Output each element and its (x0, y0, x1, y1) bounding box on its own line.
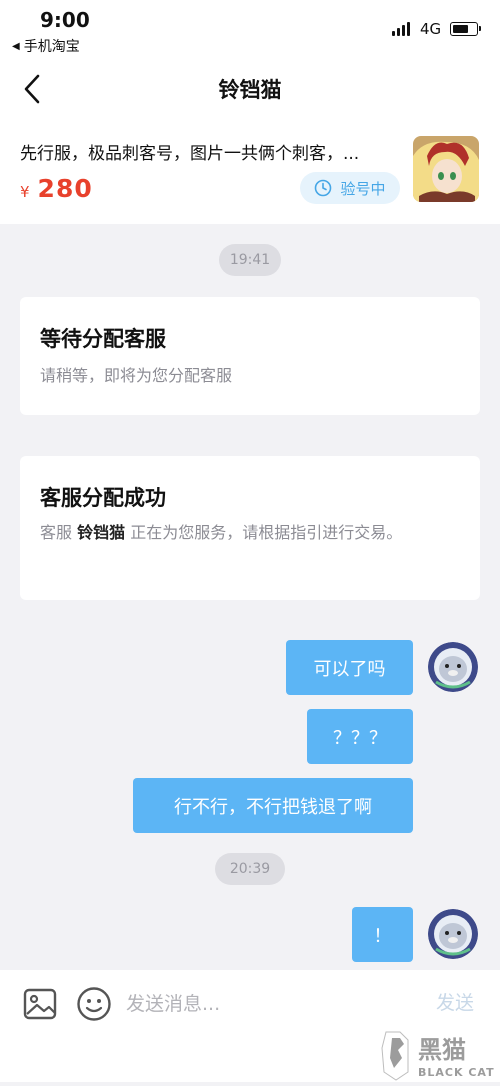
system-message-card: 等待分配客服 请稍等，即将为您分配客服 (20, 297, 480, 415)
back-to-app-link[interactable]: ◀ 手机淘宝 (12, 36, 80, 56)
image-picker-button[interactable] (22, 986, 58, 1022)
system-text-part: 正在为您服务，请根据指引进行交易。 (130, 523, 403, 542)
battery-level (453, 25, 468, 33)
product-price: ¥ 280 (20, 174, 93, 203)
message-input[interactable] (126, 988, 416, 1020)
chat-bubble-sent[interactable]: ？？？ (307, 709, 413, 764)
back-triangle-icon: ◀ (12, 40, 20, 52)
chat-bubble-sent[interactable]: ！ (352, 907, 413, 962)
clock-icon (315, 179, 332, 197)
watermark-cn: 黑猫 (418, 1036, 466, 1064)
emoji-button[interactable] (76, 986, 112, 1022)
verify-status-badge: 验号中 (300, 172, 400, 204)
back-app-label: 手机淘宝 (23, 39, 80, 55)
chat-bubble-sent[interactable]: 行不行，不行把钱退了啊 (133, 778, 413, 833)
network-label: 4G (420, 20, 442, 38)
system-message-card: 客服分配成功 客服 铃铛猫 正在为您服务，请根据指引进行交易。 (20, 456, 480, 600)
system-message-text: 客服 铃铛猫 正在为您服务，请根据指引进行交易。 (40, 520, 460, 546)
status-time: 9:00 (40, 8, 90, 32)
system-text-part: 客服 (40, 523, 73, 542)
user-avatar[interactable] (428, 642, 478, 692)
system-message-text: 请稍等，即将为您分配客服 (40, 366, 233, 385)
page-title: 铃铛猫 (218, 78, 282, 102)
send-button[interactable]: 发送 (436, 988, 474, 1015)
chat-bubble-sent[interactable]: 可以了吗 (286, 640, 413, 695)
system-message-title: 客服分配成功 (40, 486, 166, 510)
verify-status-label: 验号中 (340, 179, 386, 198)
product-description: 先行服，极品刺客号，图片一共俩个刺客，... (20, 144, 360, 164)
timestamp-pill: 20:39 (215, 853, 285, 885)
battery-icon (450, 22, 478, 36)
user-avatar[interactable] (428, 909, 478, 959)
image-icon (23, 988, 57, 1020)
emoji-icon (77, 987, 111, 1021)
timestamp-pill: 19:41 (219, 244, 281, 276)
price-value: 280 (37, 174, 93, 203)
currency-symbol: ¥ (20, 183, 30, 201)
signal-icon (392, 22, 410, 36)
watermark-en: BLACK CAT (418, 1066, 495, 1079)
battery-tip (479, 26, 481, 31)
system-message-title: 等待分配客服 (40, 327, 166, 351)
agent-name: 铃铛猫 (77, 523, 126, 542)
product-thumbnail[interactable] (413, 136, 479, 202)
watermark-logo: 黑猫 BLACK CAT (378, 1028, 500, 1082)
